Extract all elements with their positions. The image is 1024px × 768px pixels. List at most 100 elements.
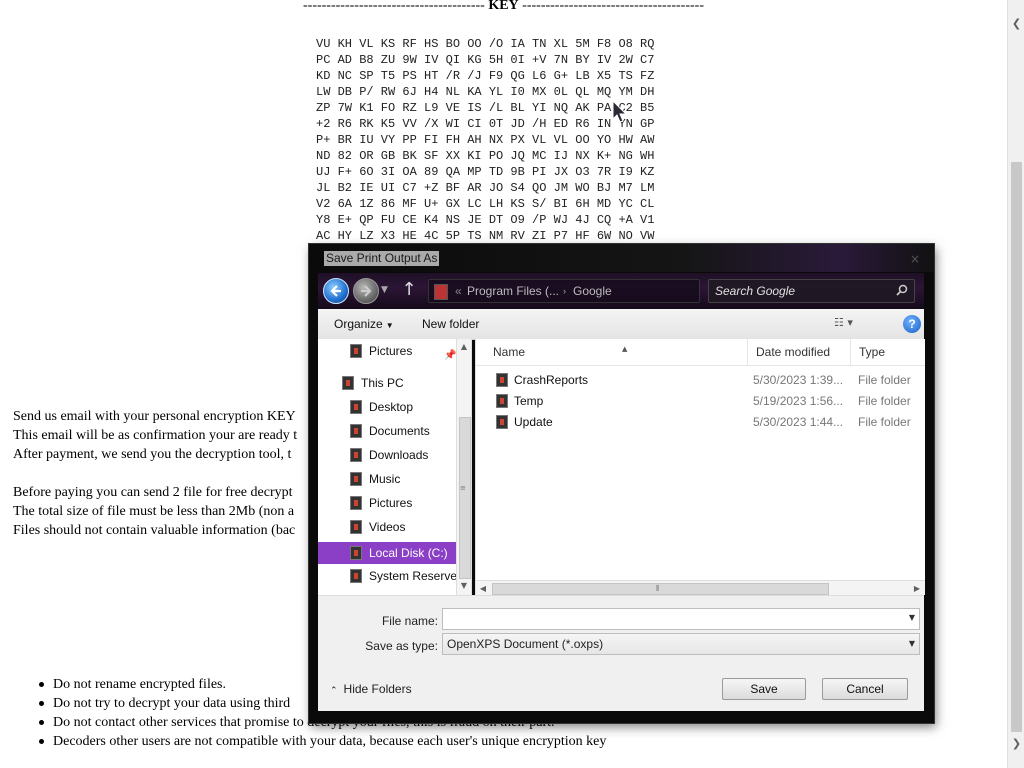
nav-pane-scrollbar[interactable]: ▲ ≡ ▼	[456, 339, 472, 595]
breadcrumb-google[interactable]: Google	[573, 280, 612, 302]
file-row[interactable]: Update 5/30/2023 1:44... File folder	[476, 412, 925, 433]
file-list-horizontal-scrollbar[interactable]: ◀ ⦀ ▶	[476, 580, 925, 595]
column-header-type[interactable]: Type	[851, 339, 925, 365]
help-icon[interactable]: ?	[903, 315, 921, 333]
recent-locations-chevron-icon[interactable]: ▼	[381, 285, 388, 295]
back-arrow-icon	[330, 285, 341, 297]
file-date: 5/30/2023 1:44...	[753, 415, 844, 429]
page-vertical-scrollbar[interactable]: ❮ ❯	[1007, 0, 1024, 768]
nav-item-label: System Reserved	[369, 569, 456, 583]
scroll-right-icon[interactable]: ▶	[910, 581, 924, 595]
scroll-up-icon[interactable]: ❮	[1008, 15, 1024, 32]
scroll-down-icon[interactable]: ❯	[1008, 735, 1024, 752]
scroll-thumb[interactable]	[1011, 162, 1022, 732]
close-icon[interactable]: ×	[908, 253, 922, 265]
save-as-type-value: OpenXPS Document (*.oxps)	[447, 637, 604, 651]
key-row: UJ F+ 6O 3I OA 89 QA MP TD 9B PI JX O3 7…	[316, 165, 655, 179]
new-folder-button[interactable]: New folder	[422, 317, 479, 331]
column-header-label: Name	[493, 345, 526, 359]
file-type: File folder	[858, 394, 911, 408]
downloads-folder-icon	[350, 447, 362, 462]
nav-item-pictures-quick-access[interactable]: Pictures 📌	[318, 341, 456, 361]
nav-item-downloads[interactable]: Downloads	[318, 445, 456, 465]
folder-icon	[496, 414, 508, 429]
search-input[interactable]	[715, 283, 885, 299]
instructions-text: Send us email with your personal encrypt…	[13, 407, 297, 540]
save-as-type-select[interactable]: OpenXPS Document (*.oxps) ▼	[442, 633, 920, 655]
documents-folder-icon	[350, 423, 362, 438]
back-button[interactable]	[323, 278, 349, 304]
nav-item-local-disk-c[interactable]: Local Disk (C:)	[318, 542, 456, 564]
nav-item-label: Documents	[369, 424, 430, 438]
search-box[interactable]	[708, 279, 915, 303]
folder-icon	[496, 393, 508, 408]
nav-item-label: Pictures	[369, 344, 413, 358]
breadcrumb-separator-icon[interactable]: ›	[563, 280, 566, 302]
nav-item-music[interactable]: Music	[318, 469, 456, 489]
nav-item-label: Pictures	[369, 496, 413, 510]
file-row[interactable]: CrashReports 5/30/2023 1:39... File fold…	[476, 370, 925, 391]
navigation-bar: ▼ ↑ « Program Files (... › Google	[318, 273, 924, 311]
key-row: V2 6A 1Z 86 MF U+ GX LC LH KS S/ BI 6H M…	[316, 197, 655, 211]
column-header-date-modified[interactable]: Date modified	[748, 339, 851, 365]
chevron-down-icon[interactable]: ▼	[909, 634, 915, 654]
dialog-toolbar: Organize ▼ New folder ☷ ▾ ?	[318, 309, 924, 340]
mouse-cursor-icon	[612, 100, 628, 123]
key-heading: --------------------------------------- …	[0, 0, 1007, 14]
save-as-type-label: Save as type:	[365, 639, 438, 653]
dialog-title: Save Print Output As	[324, 251, 440, 266]
pin-icon[interactable]: 📌	[444, 346, 456, 366]
instruction-line: This email will be as confirmation your …	[13, 428, 298, 443]
key-row: ND 82 OR GB BK SF XX KI PO JQ MC IJ NX K…	[316, 149, 655, 163]
hide-folders-label: Hide Folders	[343, 682, 412, 696]
up-folder-icon[interactable]: ↑	[398, 279, 420, 301]
key-row: Y8 E+ QP FU CE K4 NS JE DT O9 /P WJ 4J C…	[316, 213, 655, 227]
scroll-thumb[interactable]	[492, 583, 829, 595]
organize-button[interactable]: Organize ▼	[334, 317, 394, 331]
chevron-down-icon[interactable]: ▼	[909, 613, 915, 622]
file-name-label: File name:	[381, 614, 438, 628]
dialog-titlebar[interactable]: Save Print Output As ×	[309, 244, 934, 272]
nav-item-label: Music	[369, 472, 401, 486]
forward-button[interactable]	[353, 278, 379, 304]
nav-item-this-pc[interactable]: This PC	[318, 373, 456, 393]
nav-item-pictures[interactable]: Pictures	[318, 493, 456, 513]
save-button[interactable]: Save	[722, 678, 806, 700]
key-row: ZP 7W K1 FO RZ L9 VE IS /L BL YI NQ AK P…	[316, 101, 655, 115]
key-row: KD NC SP T5 PS HT /R /J F9 QG L6 G+ LB X…	[316, 69, 655, 83]
breadcrumb-overflow-icon[interactable]: «	[455, 280, 462, 302]
instruction-line: Files should not contain valuable inform…	[13, 523, 296, 538]
key-row: AC HY LZ X3 HE 4C 5P TS NM RV ZI P7 HF 6…	[316, 229, 655, 243]
chevron-up-icon: ⌃	[330, 686, 338, 696]
nav-item-system-reserved[interactable]: System Reserved	[318, 566, 456, 586]
file-name: CrashReports	[514, 373, 589, 387]
cancel-button[interactable]: Cancel	[822, 678, 908, 700]
nav-item-documents[interactable]: Documents	[318, 421, 456, 441]
file-row[interactable]: Temp 5/19/2023 1:56... File folder	[476, 391, 925, 412]
nav-item-label: Videos	[369, 520, 406, 534]
file-name-combobox[interactable]: ▼	[442, 608, 920, 630]
scroll-up-icon[interactable]: ▲	[457, 340, 471, 354]
desktop-folder-icon	[350, 399, 362, 414]
change-view-icon[interactable]: ☷ ▾	[834, 316, 868, 332]
videos-folder-icon	[350, 519, 362, 534]
nav-item-desktop[interactable]: Desktop	[318, 397, 456, 417]
sort-ascending-icon: ▲	[622, 345, 628, 353]
column-header-name[interactable]: Name ▲	[485, 339, 748, 365]
breadcrumb-program-files[interactable]: Program Files (...	[467, 280, 559, 302]
search-icon[interactable]	[896, 284, 908, 296]
nav-item-videos[interactable]: Videos	[318, 517, 456, 537]
nav-item-label: Local Disk (C:)	[369, 546, 448, 560]
nav-item-label: This PC	[361, 376, 404, 390]
scroll-left-icon[interactable]: ◀	[476, 581, 490, 595]
key-row: PC AD B8 ZU 9W IV QI KG 5H 0I +V 7N BY I…	[316, 53, 655, 67]
pictures-folder-icon	[350, 343, 362, 358]
file-name-input[interactable]	[445, 611, 895, 627]
chevron-down-icon: ▼	[385, 321, 394, 330]
address-bar[interactable]: « Program Files (... › Google	[428, 279, 700, 303]
hide-folders-button[interactable]: ⌃ Hide Folders	[330, 682, 412, 696]
scroll-thumb[interactable]	[459, 417, 471, 579]
file-name: Temp	[514, 394, 544, 408]
scroll-down-icon[interactable]: ▼	[457, 579, 471, 593]
